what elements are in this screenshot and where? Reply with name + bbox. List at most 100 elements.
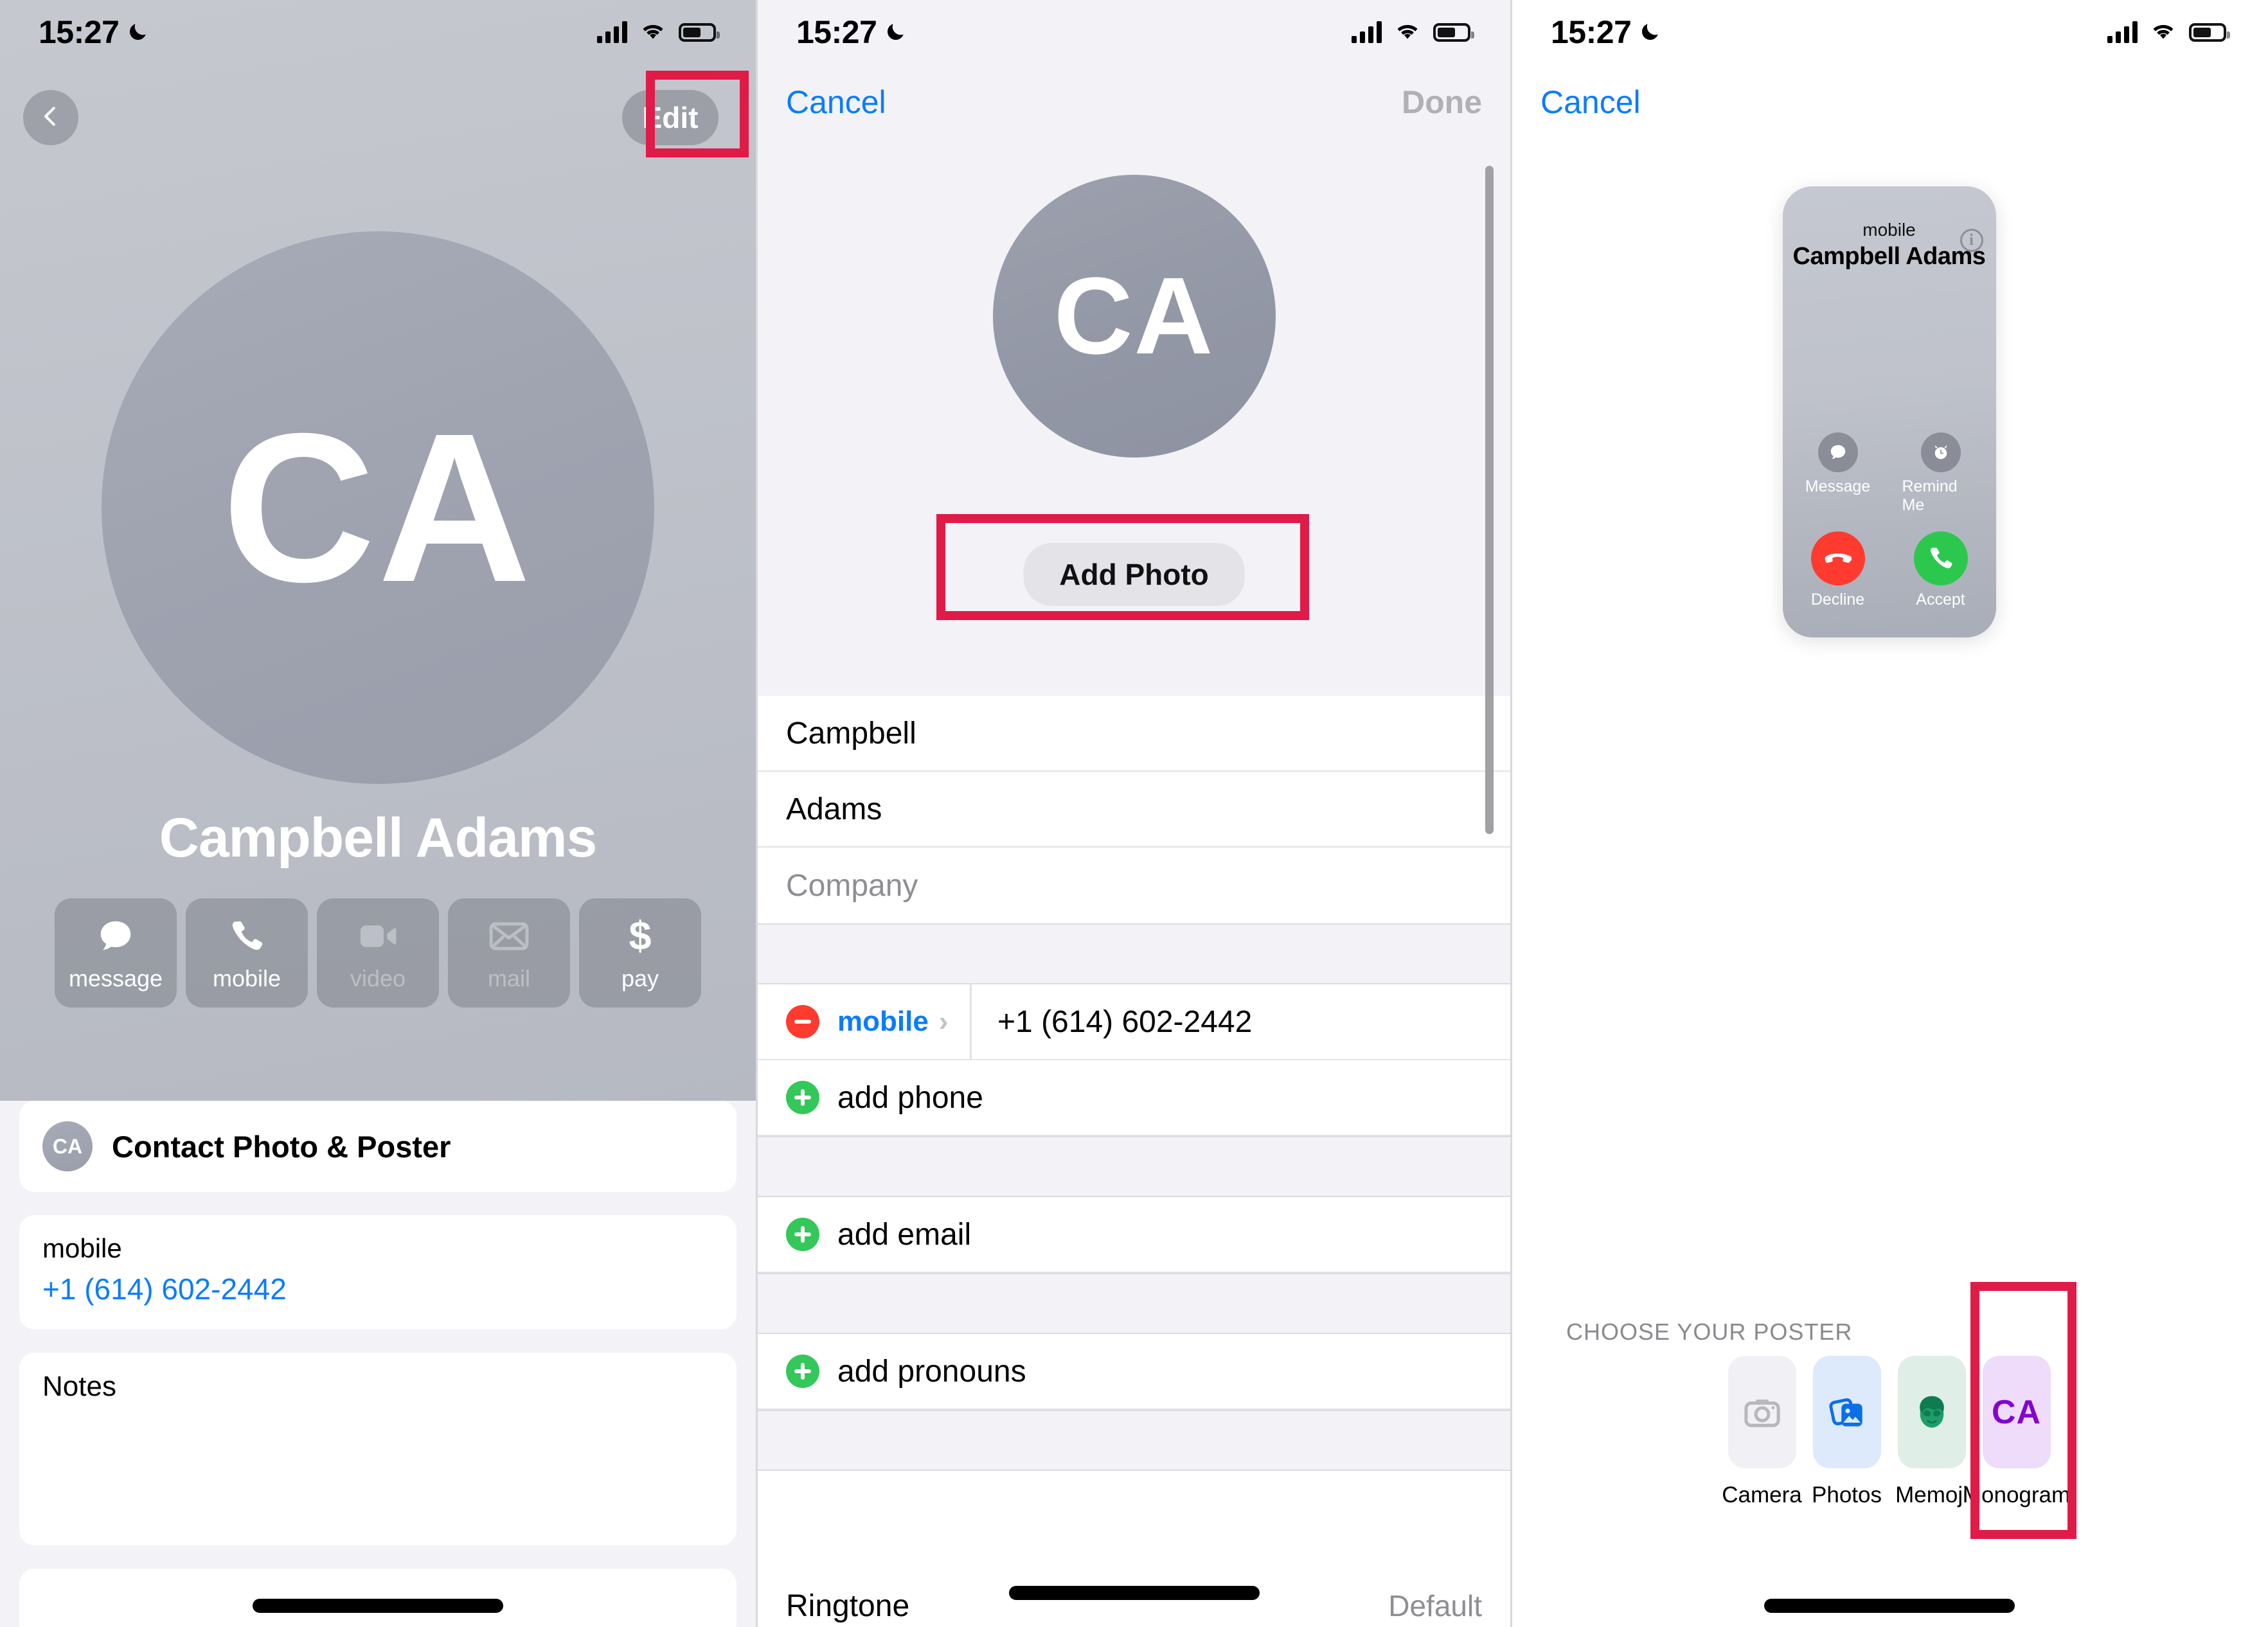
back-button[interactable] [23,90,78,145]
add-photo-button[interactable]: Add Photo [1023,543,1245,606]
contact-action-bar: message mobile video mail $ pay [0,898,756,1008]
action-label: mobile [212,965,281,991]
phone-card[interactable]: mobile +1 (614) 602-2442 [19,1215,737,1329]
section-gap [758,1136,1510,1197]
next-card-stub [19,1569,737,1627]
notes-label: Notes [42,1371,116,1402]
edit-avatar[interactable]: CA [992,175,1276,458]
last-name-field[interactable]: Adams [758,772,1510,848]
button-label: Accept [1916,591,1965,609]
option-label: Monogram [1962,1482,2071,1507]
poster-option-monogram[interactable]: CA Monogram [1963,1356,2070,1508]
plus-circle-icon[interactable] [786,1081,819,1114]
phone-label: mobile [42,1233,122,1263]
poster-options: Camera Photos Memoji CA Monogram [1512,1356,2266,1508]
option-label: Photos [1812,1482,1882,1507]
camera-icon [1728,1356,1796,1468]
poster-option-camera[interactable]: Camera [1722,1356,1802,1508]
phone-type-selector[interactable]: mobile › [837,1006,970,1038]
phone-entry-row[interactable]: mobile › +1 (614) 602-2442 [758,984,1510,1060]
wifi-icon [1395,21,1420,44]
status-time: 15:27 [796,14,877,50]
monogram-initials: CA [1991,1393,2042,1431]
divider [970,984,972,1060]
remind-me-button[interactable]: Remind Me [1902,432,1979,515]
message-button[interactable]: Message [1799,432,1877,515]
panel-choose-poster: 15:27 Cancel mobile Campbell Adams i Mes… [1510,0,2266,1627]
edit-form: Campbell Adams Company mobile › +1 (614)… [758,696,1510,1471]
button-label: Decline [1810,591,1865,609]
phone-icon [228,914,265,959]
option-label: Memoji [1895,1482,1968,1507]
edit-button[interactable]: Edit [622,90,719,145]
avatar-initials: CA [222,389,534,626]
wifi-icon [640,21,666,44]
action-label: mail [487,965,530,991]
info-circle-icon[interactable]: i [1960,229,1983,252]
company-field[interactable]: Company [758,848,1510,923]
plus-circle-icon[interactable] [786,1355,819,1388]
home-indicator [1764,1599,2015,1613]
first-name-field[interactable]: Campbell [758,696,1510,772]
cellular-bars-icon [1352,21,1382,43]
add-email-label: add email [837,1217,972,1252]
status-bar-panel2: 15:27 [758,0,1510,64]
decline-button[interactable]: Decline [1799,531,1877,609]
done-button[interactable]: Done [1402,84,1482,121]
cancel-button[interactable]: Cancel [1540,84,1641,121]
action-message[interactable]: message [55,898,177,1008]
phone-down-icon [1810,531,1865,585]
button-label: Remind Me [1902,477,1958,514]
incoming-call-buttons: Message Remind Me Decline Accept [1783,432,1996,626]
poster-option-memoji[interactable]: Memoji [1895,1356,1968,1508]
alarm-clock-icon [1920,432,1961,472]
contact-avatar-large: CA [102,231,654,784]
memoji-face-icon [1897,1356,1966,1468]
chevron-left-icon [39,102,63,134]
primary-call-buttons: Decline Accept [1799,531,1979,609]
phone-icon [1913,531,1968,585]
crescent-moon-icon [884,21,906,43]
message-bubble-icon [1817,432,1858,472]
add-pronouns-row[interactable]: add pronouns [758,1334,1510,1410]
home-indicator [1008,1586,1260,1600]
cancel-button[interactable]: Cancel [786,84,886,121]
add-phone-label: add phone [837,1080,983,1115]
contact-photo-poster-row[interactable]: CA Contact Photo & Poster [19,1101,737,1192]
battery-icon [1433,22,1474,42]
plus-circle-icon[interactable] [786,1218,819,1251]
phone-number-field[interactable]: +1 (614) 602-2442 [997,1004,1252,1040]
action-pay[interactable]: $ pay [579,898,701,1008]
crescent-moon-icon [127,21,148,43]
add-pronouns-label: add pronouns [837,1354,1026,1389]
action-label: pay [621,965,659,991]
add-email-row[interactable]: add email [758,1197,1510,1273]
monogram-initials-icon: CA [1982,1356,2051,1468]
edit-nav-bar: Cancel Done [758,84,1510,121]
panel-contact-detail: 15:27 Edit CA Campbell Adams message mob… [0,0,756,1627]
envelope-icon [489,914,529,959]
phone-number[interactable]: +1 (614) 602-2442 [42,1272,713,1306]
video-camera-icon [358,914,398,959]
status-bar-panel3: 15:27 [1512,0,2266,64]
secondary-call-buttons: Message Remind Me [1799,432,1979,515]
status-time-group: 15:27 [796,13,906,51]
section-gap [758,1273,1510,1334]
poster-preview-card[interactable]: mobile Campbell Adams i Message Remind M… [1782,186,1996,637]
scrollbar[interactable] [1485,166,1494,834]
action-mobile[interactable]: mobile [186,898,308,1008]
status-time: 15:27 [1551,14,1632,50]
option-label: Camera [1722,1482,1802,1507]
status-bar-panel1: 15:27 [0,0,756,64]
accept-button[interactable]: Accept [1902,531,1979,609]
status-indicators [597,21,720,44]
svg-text:$: $ [629,915,651,957]
action-video: video [317,898,439,1008]
phone-type-label: mobile [837,1006,929,1037]
minus-circle-icon[interactable] [786,1005,819,1038]
action-mail: mail [448,898,570,1008]
poster-option-photos[interactable]: Photos [1812,1356,1882,1508]
poster-nav-bar: Cancel [1540,84,1641,121]
notes-card[interactable]: Notes [19,1353,737,1545]
add-phone-row[interactable]: add phone [758,1060,1510,1136]
